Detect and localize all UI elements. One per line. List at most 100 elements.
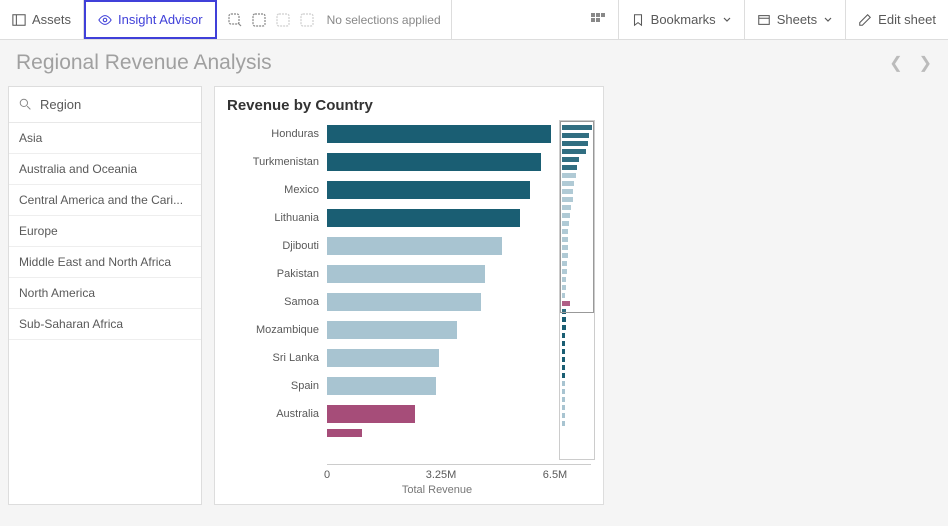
bar-label: Mexico: [227, 184, 323, 196]
grid-icon: [590, 12, 606, 28]
mini-bar: [562, 357, 565, 362]
bar-label: Spain: [227, 380, 323, 392]
bar: [327, 237, 502, 255]
mini-bar: [562, 293, 565, 298]
mini-bar: [562, 213, 570, 218]
mini-bar: [562, 205, 571, 210]
mini-bar: [562, 253, 567, 258]
bar-row[interactable]: Honduras: [327, 120, 551, 148]
no-selections-text: No selections applied: [327, 13, 441, 27]
filter-item[interactable]: Asia: [9, 123, 201, 154]
mini-bar: [562, 221, 569, 226]
bookmarks-button[interactable]: Bookmarks: [619, 0, 745, 39]
filter-item[interactable]: Sub-Saharan Africa: [9, 309, 201, 340]
bar: [327, 293, 481, 311]
mini-bar: [562, 229, 568, 234]
selection-back-icon[interactable]: [251, 12, 267, 28]
mini-bar: [562, 389, 565, 394]
bar-label: Lithuania: [227, 212, 323, 224]
top-toolbar: Assets Insight Advisor No selections app…: [0, 0, 948, 40]
clear-selection-icon: [299, 12, 315, 28]
bar-row[interactable]: Australia: [327, 400, 551, 428]
bar-label: Mozambique: [227, 324, 323, 336]
insight-advisor-button[interactable]: Insight Advisor: [84, 0, 217, 39]
bookmark-icon: [631, 13, 645, 27]
mini-bar: [562, 141, 588, 146]
bar-label: Djibouti: [227, 240, 323, 252]
sheets-label: Sheets: [777, 12, 817, 27]
bar-row-partial: [327, 428, 551, 438]
selection-tools: No selections applied: [217, 0, 452, 39]
bar: [327, 265, 485, 283]
bar: [327, 349, 439, 367]
bar: [327, 125, 551, 143]
mini-bar: [562, 125, 592, 130]
mini-bar: [562, 333, 565, 338]
edit-sheet-button[interactable]: Edit sheet: [846, 0, 948, 39]
mini-bar: [562, 277, 566, 282]
x-axis: 03.25M6.5M: [327, 464, 591, 484]
smart-search-icon[interactable]: [227, 12, 243, 28]
filter-header-label: Region: [40, 97, 81, 112]
mini-bar: [562, 181, 574, 186]
mini-bar: [562, 381, 565, 386]
mini-bar: [562, 421, 565, 426]
mini-bar: [562, 189, 573, 194]
mini-bar: [562, 301, 570, 306]
bar: [327, 321, 457, 339]
bar: [327, 209, 520, 227]
sheets-button[interactable]: Sheets: [745, 0, 846, 39]
mini-bar: [562, 285, 566, 290]
mini-bar: [562, 349, 565, 354]
bar-row[interactable]: Spain: [327, 372, 551, 400]
filter-item[interactable]: Europe: [9, 216, 201, 247]
mini-bar: [562, 133, 589, 138]
filter-header[interactable]: Region: [9, 87, 201, 123]
bar-label: Pakistan: [227, 268, 323, 280]
mini-bar: [562, 149, 586, 154]
filter-item[interactable]: Middle East and North Africa: [9, 247, 201, 278]
mini-bar: [562, 413, 565, 418]
bar-row[interactable]: Sri Lanka: [327, 344, 551, 372]
bar-label: Honduras: [227, 128, 323, 140]
panel-icon: [12, 13, 26, 27]
chart-minimap[interactable]: [559, 120, 595, 460]
bar-label: Sri Lanka: [227, 352, 323, 364]
page-title: Regional Revenue Analysis: [16, 51, 272, 75]
chevron-down-icon: [823, 15, 833, 25]
mini-bar: [562, 341, 565, 346]
bar-row[interactable]: Djibouti: [327, 232, 551, 260]
grid-button[interactable]: [578, 0, 619, 39]
x-tick: 3.25M: [426, 469, 457, 481]
bar-chart[interactable]: HondurasTurkmenistanMexicoLithuaniaDjibo…: [227, 120, 551, 460]
bar: [327, 429, 362, 437]
mini-bar: [562, 245, 567, 250]
mini-bar: [562, 325, 566, 330]
prev-sheet-button[interactable]: ❮: [889, 53, 902, 73]
bar-row[interactable]: Mozambique: [327, 316, 551, 344]
bar-label: Turkmenistan: [227, 156, 323, 168]
bar-row[interactable]: Pakistan: [327, 260, 551, 288]
assets-button[interactable]: Assets: [0, 0, 84, 39]
sheet-icon: [757, 13, 771, 27]
assets-label: Assets: [32, 12, 71, 27]
bar-row[interactable]: Mexico: [327, 176, 551, 204]
filter-item[interactable]: Australia and Oceania: [9, 154, 201, 185]
search-icon: [19, 98, 32, 111]
filter-item[interactable]: Central America and the Cari...: [9, 185, 201, 216]
selection-forward-icon: [275, 12, 291, 28]
x-tick: 0: [324, 469, 330, 481]
bar-row[interactable]: Lithuania: [327, 204, 551, 232]
filter-item[interactable]: North America: [9, 278, 201, 309]
mini-bar: [562, 237, 568, 242]
bar: [327, 405, 415, 423]
bar-row[interactable]: Turkmenistan: [327, 148, 551, 176]
bar-row[interactable]: Samoa: [327, 288, 551, 316]
x-axis-label: Total Revenue: [327, 484, 547, 496]
pencil-icon: [858, 13, 872, 27]
mini-bar: [562, 373, 565, 378]
mini-bar: [562, 309, 566, 314]
eye-icon: [98, 13, 112, 27]
next-sheet-button[interactable]: ❯: [919, 53, 932, 73]
region-filter-panel: Region AsiaAustralia and OceaniaCentral …: [8, 86, 202, 505]
